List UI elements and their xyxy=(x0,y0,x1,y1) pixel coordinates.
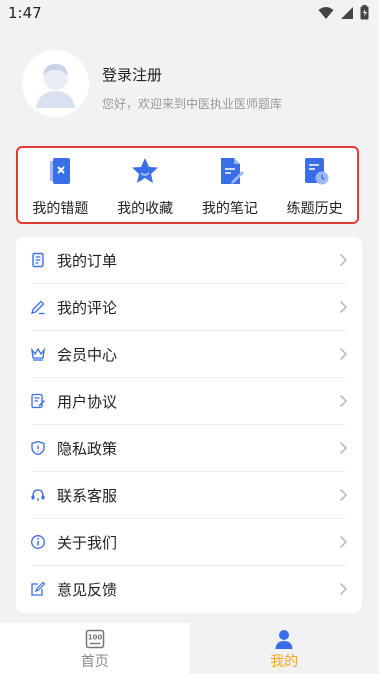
home-icon-text: 100 xyxy=(87,634,102,642)
chevron-right-icon xyxy=(339,300,348,314)
chevron-right-icon xyxy=(339,394,348,408)
menu-item-privacy-policy[interactable]: 隐私政策 xyxy=(16,425,362,472)
welcome-text: 您好，欢迎来到中医执业医师题库 xyxy=(102,97,283,111)
menu-item-orders[interactable]: 我的订单 xyxy=(16,237,362,284)
tab-home-label: 首页 xyxy=(80,654,109,670)
agreement-icon xyxy=(31,393,46,409)
chevron-right-icon xyxy=(339,582,348,596)
order-icon xyxy=(32,252,44,268)
chevron-right-icon xyxy=(339,347,348,361)
quick-item-favorites[interactable]: 我的收藏 xyxy=(103,148,188,222)
star-icon xyxy=(132,158,159,183)
avatar-icon xyxy=(22,50,89,117)
quick-item-label: 练题历史 xyxy=(286,201,343,217)
tab-mine-label: 我的 xyxy=(270,654,299,670)
quick-item-label: 我的错题 xyxy=(32,201,89,217)
quick-item-notes[interactable]: 我的笔记 xyxy=(188,148,273,222)
chevron-right-icon xyxy=(339,535,348,549)
menu-item-label: 会员中心 xyxy=(57,346,118,364)
status-time: 1:47 xyxy=(8,4,42,22)
menu-item-user-agreement[interactable]: 用户协议 xyxy=(16,378,362,425)
menu-item-label: 关于我们 xyxy=(57,534,118,552)
wifi-icon xyxy=(318,6,334,19)
menu-item-label: 联系客服 xyxy=(57,487,118,505)
login-register-link[interactable]: 登录注册 xyxy=(102,64,162,85)
menu-item-label: 我的评论 xyxy=(57,299,118,317)
menu-item-comments[interactable]: 我的评论 xyxy=(16,284,362,331)
quick-item-label: 我的笔记 xyxy=(201,201,258,217)
chevron-right-icon xyxy=(339,253,348,267)
shield-icon xyxy=(31,440,45,456)
comment-icon xyxy=(31,300,45,315)
menu-item-feedback[interactable]: 意见反馈 xyxy=(16,566,362,613)
chevron-right-icon xyxy=(339,441,348,455)
quick-item-history[interactable]: 练题历史 xyxy=(272,148,357,222)
status-icons xyxy=(318,5,369,20)
profile-section: 登录注册 您好，欢迎来到中医执业医师题库 xyxy=(22,50,362,120)
history-icon xyxy=(304,158,329,185)
tab-home[interactable]: 100 首页 xyxy=(0,623,190,674)
menu-item-membership[interactable]: 会员中心 xyxy=(16,331,362,378)
status-bar: 1:47 xyxy=(0,0,379,26)
signal-icon xyxy=(341,6,353,19)
info-icon xyxy=(31,535,45,549)
crown-icon xyxy=(31,347,45,361)
bottom-tab-bar: 100 首页 我的 xyxy=(0,623,379,674)
avatar[interactable] xyxy=(22,50,89,117)
wrong-questions-icon xyxy=(50,158,71,184)
notes-icon xyxy=(220,158,244,184)
menu-item-label: 我的订单 xyxy=(57,252,118,270)
quick-item-label: 我的收藏 xyxy=(117,201,174,217)
menu-item-label: 意见反馈 xyxy=(57,581,118,599)
headset-icon xyxy=(31,489,45,501)
chevron-right-icon xyxy=(339,488,348,502)
quick-actions-card: 我的错题 我的收藏 我的笔记 练题历史 xyxy=(16,146,359,224)
quick-item-wrong-questions[interactable]: 我的错题 xyxy=(18,148,103,222)
feedback-icon xyxy=(31,581,46,596)
menu-item-label: 隐私政策 xyxy=(57,440,118,458)
home-book-icon: 100 xyxy=(85,629,104,649)
user-icon xyxy=(275,630,293,649)
menu-list: 我的订单 我的评论 会员中心 用户协议 隐私政策 联系客服 关于我们 意见反馈 xyxy=(16,237,362,613)
battery-icon xyxy=(360,5,369,20)
menu-item-about-us[interactable]: 关于我们 xyxy=(16,519,362,566)
tab-mine[interactable]: 我的 xyxy=(189,623,379,674)
menu-item-customer-service[interactable]: 联系客服 xyxy=(16,472,362,519)
menu-item-label: 用户协议 xyxy=(57,393,118,411)
